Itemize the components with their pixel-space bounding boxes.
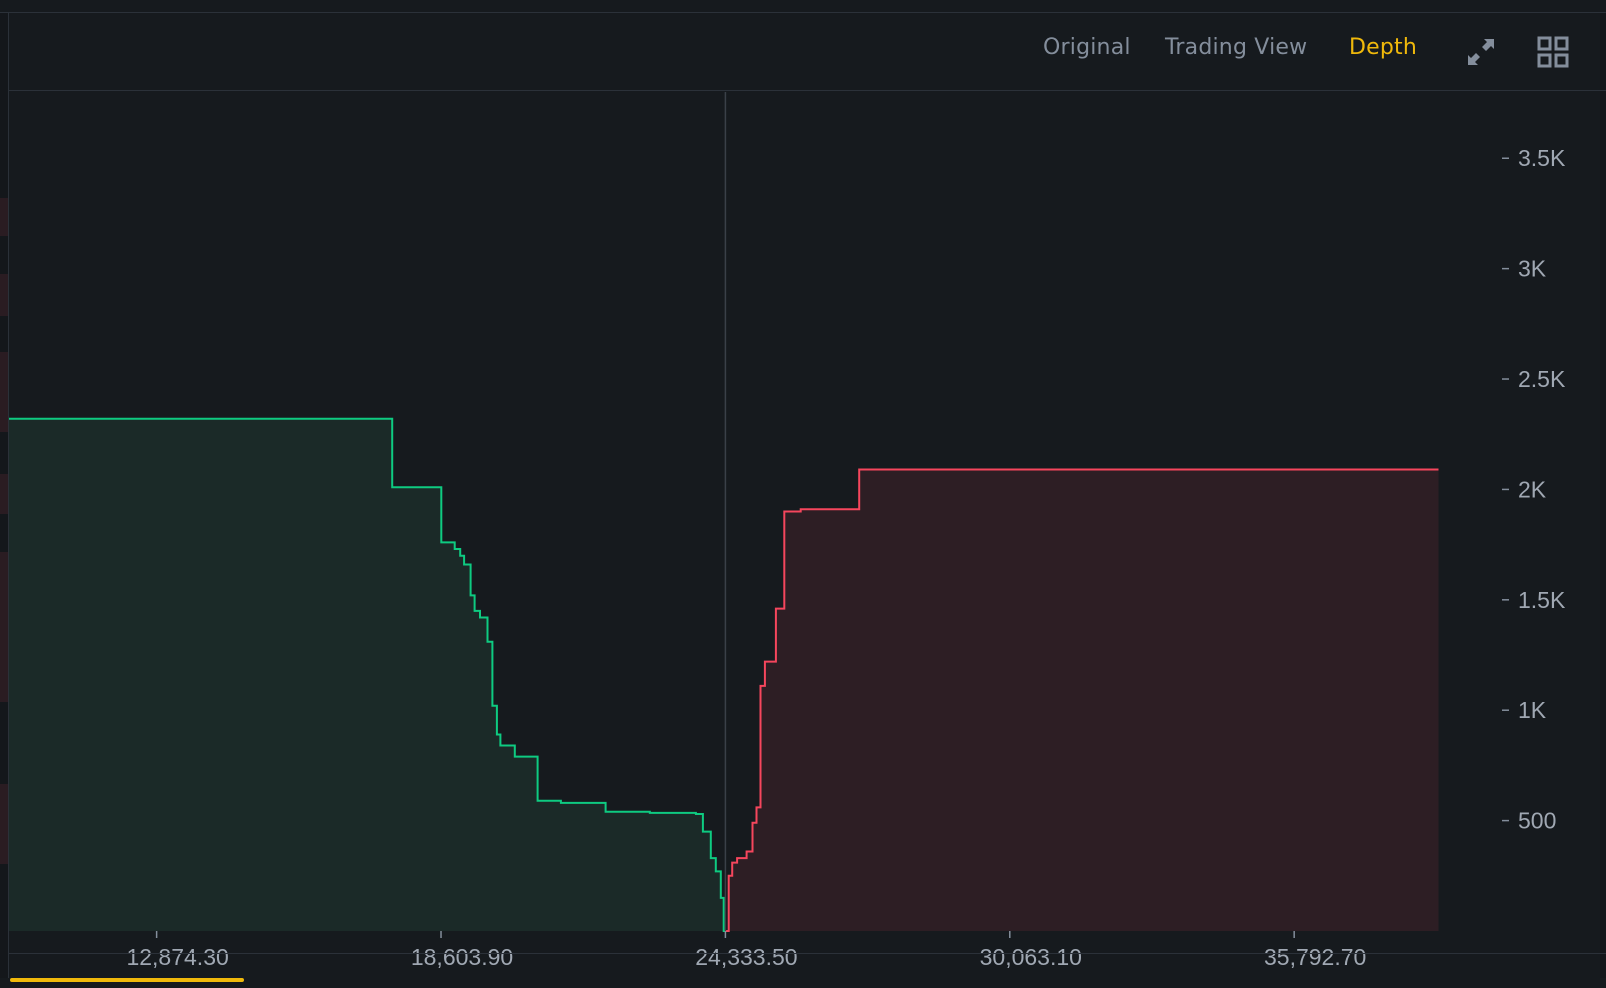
y-tick-label: 2.5K: [1518, 366, 1566, 392]
y-tick-label: 3K: [1518, 256, 1547, 282]
x-tick-label: 12,874.30: [126, 944, 228, 970]
x-tick-label: 18,603.90: [411, 944, 513, 970]
y-tick-label: 500: [1518, 808, 1556, 834]
depth-chart-panel: Original Trading View Depth 500 1K 1.5K …: [0, 0, 1606, 988]
x-tick-label: 30,063.10: [980, 944, 1082, 970]
ask-depth-area: [725, 469, 1439, 931]
x-tick-label: 24,333.50: [695, 944, 797, 970]
x-tick-label: 35,792.70: [1264, 944, 1366, 970]
y-tick-label: 2K: [1518, 476, 1547, 502]
x-axis-bottom-border: [9, 953, 1606, 954]
y-tick-label: 1K: [1518, 697, 1547, 723]
range-indicator: [10, 978, 244, 982]
y-tick-label: 3.5K: [1518, 145, 1566, 171]
bid-depth-area: [9, 418, 726, 931]
y-tick-label: 1.5K: [1518, 587, 1566, 613]
depth-chart[interactable]: 500 1K 1.5K 2K 2.5K 3K 3.5K 12,874.30 18,603.90…: [0, 0, 1606, 988]
